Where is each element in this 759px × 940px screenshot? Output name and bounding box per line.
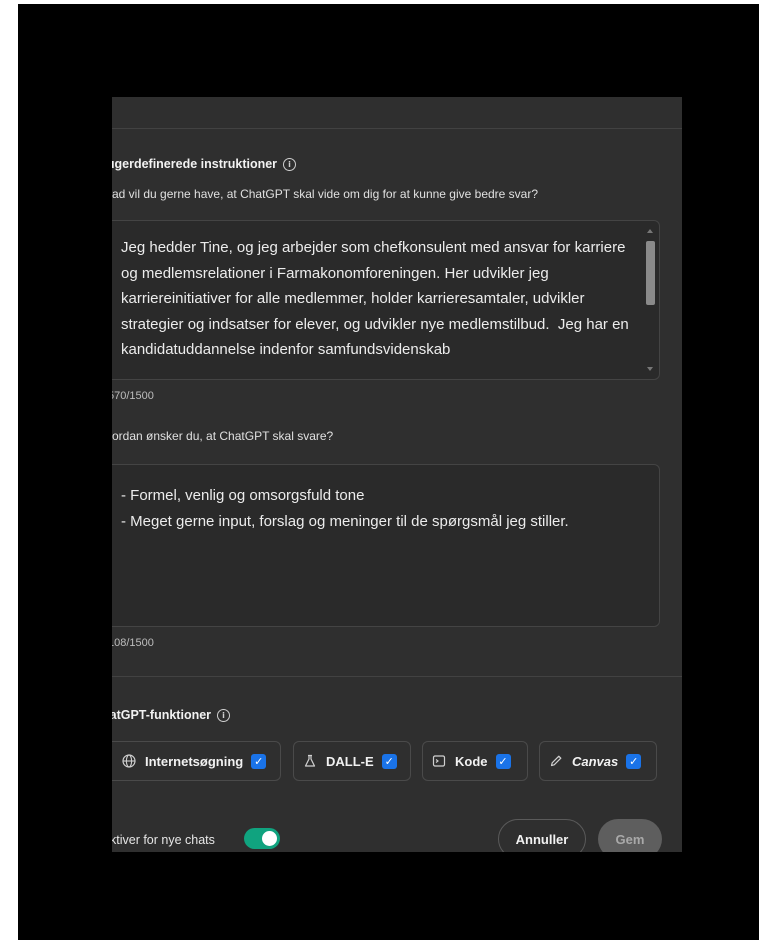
feature-chip-internet[interactable]: Internetsøgning ✓ <box>112 741 281 781</box>
feature-label: Kode <box>455 753 488 769</box>
features-divider <box>112 676 682 677</box>
feature-chip-code[interactable]: Kode ✓ <box>422 741 528 781</box>
feature-chip-dalle[interactable]: DALL-E ✓ <box>293 741 411 781</box>
globe-icon <box>121 753 137 769</box>
header-divider <box>112 128 682 129</box>
checkbox-internet[interactable]: ✓ <box>251 753 267 769</box>
about-you-char-counter: 570/1500 <box>112 390 154 402</box>
response-style-text: - Formel, venlig og omsorgsfuld tone - M… <box>121 487 569 530</box>
pencil-icon <box>548 753 564 769</box>
info-icon[interactable]: i <box>283 157 297 171</box>
checkbox-code[interactable]: ✓ <box>495 753 511 769</box>
custom-instructions-heading-text: rugerdefinerede instruktioner <box>112 157 278 171</box>
feature-label: Internetsøgning <box>145 753 244 769</box>
toggle-knob <box>262 831 277 846</box>
scroll-down-icon[interactable] <box>647 367 653 371</box>
custom-instructions-heading: rugerdefinerede instruktioner i <box>112 157 297 171</box>
feature-chip-canvas[interactable]: Canvas ✓ <box>539 741 657 781</box>
new-chats-toggle[interactable] <box>244 828 280 849</box>
about-you-text: Jeg hedder Tine, og jeg arbejder som che… <box>121 239 633 358</box>
feature-label: Canvas <box>572 753 619 769</box>
cancel-button[interactable]: Annuller <box>498 819 586 852</box>
features-heading-text: hatGPT-funktioner <box>112 708 212 722</box>
about-you-textarea[interactable]: Jeg hedder Tine, og jeg arbejder som che… <box>112 220 660 380</box>
checkbox-dalle[interactable]: ✓ <box>381 753 397 769</box>
textarea-scrollbar[interactable] <box>645 229 655 371</box>
question-about-you: vad vil du gerne have, at ChatGPT skal v… <box>112 187 539 201</box>
response-style-char-counter: 108/1500 <box>112 637 154 649</box>
flask-icon <box>302 753 318 769</box>
response-style-textarea[interactable]: - Formel, venlig og omsorgsfuld tone - M… <box>112 464 660 627</box>
scrollbar-thumb[interactable] <box>646 241 655 305</box>
dialog-title-cut <box>112 97 115 107</box>
scroll-up-icon[interactable] <box>647 229 653 233</box>
feature-label: DALL-E <box>326 753 374 769</box>
terminal-icon <box>431 753 447 769</box>
checkbox-canvas[interactable]: ✓ <box>626 753 642 769</box>
features-heading: hatGPT-funktioner i <box>112 708 231 722</box>
save-button[interactable]: Gem <box>598 819 662 852</box>
customize-chatgpt-dialog: rugerdefinerede instruktioner i vad vil … <box>112 97 682 852</box>
question-response-style: vordan ønsker du, at ChatGPT skal svare? <box>112 429 334 443</box>
new-chats-toggle-label: ktiver for nye chats <box>112 833 215 847</box>
feature-chips: Internetsøgning ✓ DALL-E ✓ Kode ✓ Canvas… <box>112 741 682 781</box>
info-icon[interactable]: i <box>217 708 231 722</box>
